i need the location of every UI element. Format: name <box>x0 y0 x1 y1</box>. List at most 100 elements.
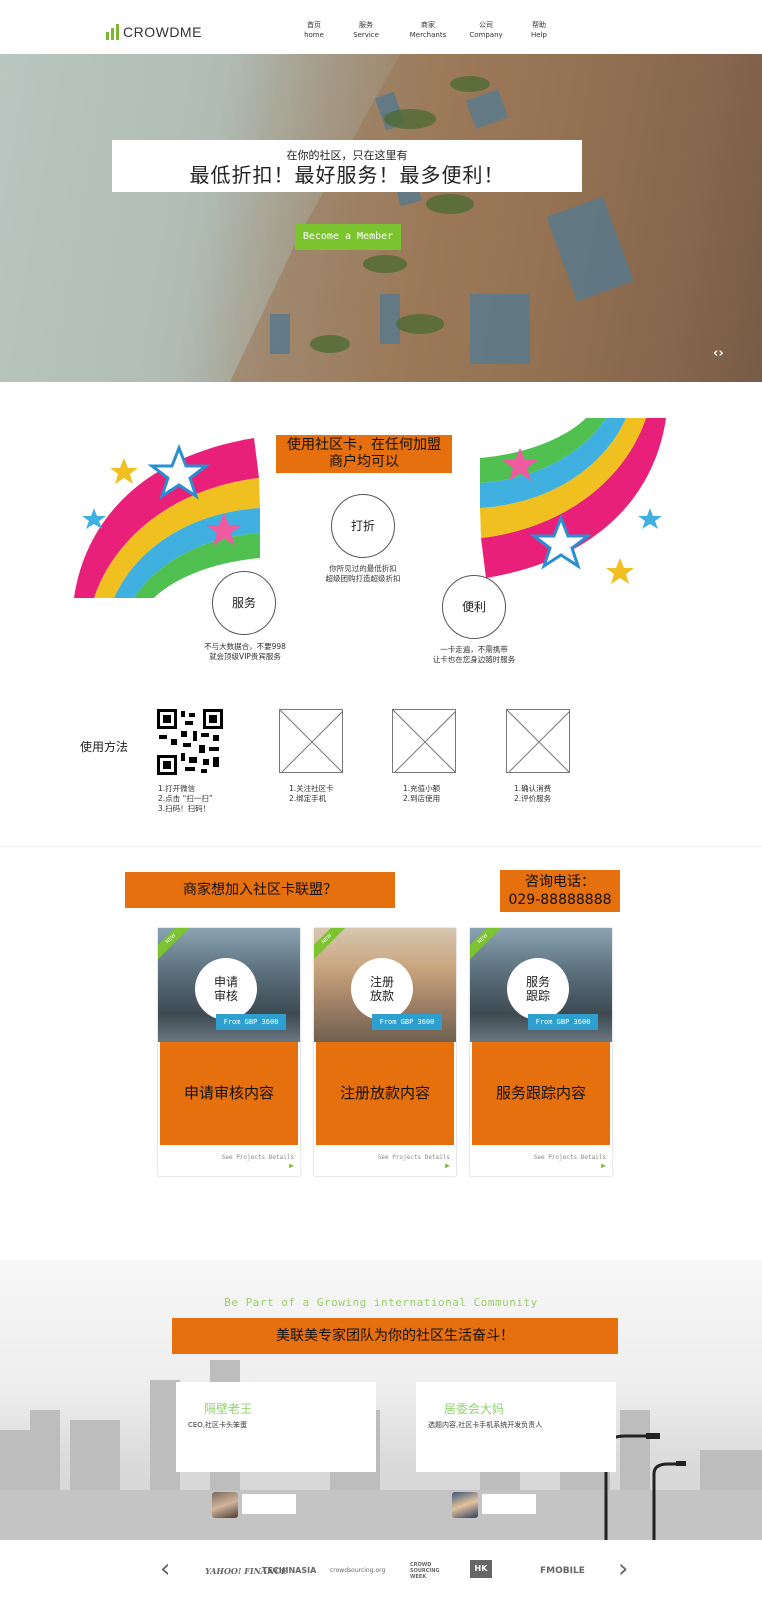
phone-box[interactable]: 咨询电话： 029-88888888 <box>500 870 620 912</box>
right-stars-swoosh-graphic <box>480 418 666 584</box>
hero-banner: 在你的社区，只在这里有 最低折扣！最好服务！最多便利！ <box>112 140 582 192</box>
feature-convenience-desc-line2: 让卡也在您身边随时服务 <box>432 655 516 664</box>
slider-arrows-icon[interactable]: ‹› <box>713 346 724 361</box>
feature-service-desc: 不与大数据合，不要998 就会顶级VIP贵宾服务 <box>180 642 310 662</box>
usage-step-3-line1: 1.充值小额 <box>403 784 441 793</box>
nav-service[interactable]: 服务 Service <box>336 20 396 40</box>
features-title-line1: 使用社区卡，在任何加盟 <box>287 437 441 453</box>
testimonial-card: 居委会大妈 选题内容,社区卡手机系统开发负责人 <box>416 1382 616 1472</box>
nav-help-zh: 帮助 <box>532 21 546 29</box>
usage-step-1-line3: 3.扫码！扫码！ <box>158 804 211 813</box>
usage-step-4: 1.确认消费 2.评价服务 <box>514 784 551 804</box>
step-2-placeholder-image <box>279 709 343 773</box>
card-register-loan[interactable]: NEW 注册 放款 From GBP 3600 注册放款内容 See Proje… <box>314 928 456 1176</box>
partner-logo-crowdsourcing: crowdsourcing.org <box>330 1567 386 1574</box>
partner-logo-hk: HK <box>470 1560 492 1578</box>
see-project-details-link[interactable]: See Projects Details ▶ <box>216 1154 294 1170</box>
see-project-details-label: See Projects Details <box>377 1154 450 1161</box>
nav-service-zh: 服务 <box>359 21 373 29</box>
logo[interactable]: CROWDME <box>106 24 202 40</box>
phone-number: 029-88888888 <box>508 892 612 908</box>
nav-home-en: home <box>304 31 324 39</box>
see-project-details-label: See Projects Details <box>533 1154 606 1161</box>
features-title-line2: 商户均可以 <box>329 454 399 470</box>
card-service-tracking[interactable]: NEW 服务 跟踪 From GBP 3600 服务跟踪内容 See Proje… <box>470 928 612 1176</box>
merchant-banner: 商家想加入社区卡联盟？ <box>125 872 395 908</box>
feature-discount-desc-line2: 超级团购打造超级折扣 <box>325 574 401 583</box>
feature-convenience-desc: 一卡走遍，不需携带 让卡也在您身边随时服务 <box>406 645 542 665</box>
become-member-button[interactable]: Become a Member <box>295 224 401 250</box>
usage-label: 使用方法 <box>80 740 129 754</box>
nav-company-zh: 公司 <box>479 21 493 29</box>
card-new-ribbon: NEW <box>158 928 193 961</box>
card-body: 服务跟踪内容 <box>472 1042 610 1145</box>
logo-text: CROWDME <box>123 24 202 40</box>
team-banner: 美联美专家团队为你的社区生活奋斗！ <box>172 1318 618 1354</box>
usage-step-1-line1: 1.打开微信 <box>158 784 196 793</box>
card-circle: 申请 审核 <box>195 958 257 1020</box>
features-title: 使用社区卡，在任何加盟 商户均可以 <box>276 435 452 473</box>
nav-home-zh: 首页 <box>307 21 321 29</box>
card-circle-line2: 放款 <box>369 989 394 1003</box>
hero-slider <box>0 54 762 382</box>
phone-label: 咨询电话： <box>525 874 595 890</box>
feature-discount-desc-line1: 你所见过的最低折扣 <box>329 564 397 573</box>
play-arrow-icon: ▶ <box>289 1161 294 1170</box>
qr-code-icon[interactable] <box>157 709 223 775</box>
usage-step-4-line2: 2.评价服务 <box>514 794 552 803</box>
card-circle: 服务 跟踪 <box>507 958 569 1020</box>
partner-logo-techinasia: TECHINASIA <box>262 1566 317 1575</box>
avatar <box>212 1492 238 1518</box>
card-circle: 注册 放款 <box>351 958 413 1020</box>
card-new-ribbon: NEW <box>314 928 349 961</box>
step-3-placeholder-image <box>392 709 456 773</box>
feature-discount-desc: 你所见过的最低折扣 超级团购打造超级折扣 <box>300 564 426 584</box>
avatar-label <box>242 1494 296 1514</box>
card-circle-line1: 申请 <box>213 975 238 989</box>
partners-prev-arrow-icon[interactable]: ‹ <box>160 1556 170 1582</box>
card-circle-line2: 跟踪 <box>525 989 550 1003</box>
feature-discount-circle: 打折 <box>331 494 395 558</box>
card-circle-line1: 注册 <box>369 975 394 989</box>
usage-step-2-line1: 1.关注社区卡 <box>289 784 334 793</box>
testimonial-text: CEO,社区卡头笨蛋 <box>188 1421 248 1429</box>
nav-company[interactable]: 公司 Company <box>456 20 516 40</box>
avatar-label <box>482 1494 536 1514</box>
nav-merchants-zh: 商家 <box>421 21 435 29</box>
step-4-placeholder-image <box>506 709 570 773</box>
partners-next-arrow-icon[interactable]: › <box>618 1556 628 1582</box>
testimonial-text: 选题内容,社区卡手机系统开发负责人 <box>428 1421 543 1429</box>
hero-title: 最低折扣！最好服务！最多便利！ <box>189 163 505 187</box>
usage-step-1: 1.打开微信 2.点击 “扫一扫” 3.扫码！扫码！ <box>158 784 213 814</box>
play-arrow-icon: ▶ <box>601 1161 606 1170</box>
site-header: CROWDME 首页 home 服务 Service 商家 Merchants … <box>0 0 762 54</box>
building-photo <box>230 54 762 382</box>
card-body: 注册放款内容 <box>316 1042 454 1145</box>
feature-service-desc-line2: 就会顶级VIP贵宾服务 <box>209 652 281 661</box>
card-circle-line1: 服务 <box>525 975 550 989</box>
nav-service-en: Service <box>353 31 379 39</box>
card-new-ribbon: NEW <box>470 928 505 961</box>
card-apply-review[interactable]: NEW 申请 审核 From GBP 3600 申请审核内容 See Proje… <box>158 928 300 1176</box>
usage-step-2: 1.关注社区卡 2.绑定手机 <box>289 784 334 804</box>
testimonial-name: 居委会大妈 <box>444 1402 505 1416</box>
testimonial-name: 隔壁老王 <box>204 1402 253 1416</box>
nav-merchants[interactable]: 商家 Merchants <box>398 20 458 40</box>
card-price-badge: From GBP 3600 <box>372 1014 442 1030</box>
nav-home[interactable]: 首页 home <box>284 20 344 40</box>
nav-help-en: Help <box>531 31 547 39</box>
feature-service-desc-line1: 不与大数据合，不要998 <box>204 642 286 651</box>
team-heading: Be Part of a Growing international Commu… <box>224 1296 538 1309</box>
see-project-details-link[interactable]: See Projects Details ▶ <box>528 1154 606 1170</box>
avatar <box>452 1492 478 1518</box>
usage-step-3: 1.充值小额 2.到店使用 <box>403 784 440 804</box>
see-project-details-label: See Projects Details <box>221 1154 294 1161</box>
see-project-details-link[interactable]: See Projects Details ▶ <box>372 1154 450 1170</box>
partner-logo-fmobile: FMOBILE <box>540 1566 585 1576</box>
usage-step-2-line2: 2.绑定手机 <box>289 794 327 803</box>
card-body: 申请审核内容 <box>160 1042 298 1145</box>
testimonial-card: 隔壁老王 CEO,社区卡头笨蛋 <box>176 1382 376 1472</box>
usage-step-3-line2: 2.到店使用 <box>403 794 441 803</box>
nav-help[interactable]: 帮助 Help <box>509 20 569 40</box>
partner-logo-crowdsourcing-week: CROWD SOURCING WEEK <box>410 1562 440 1580</box>
